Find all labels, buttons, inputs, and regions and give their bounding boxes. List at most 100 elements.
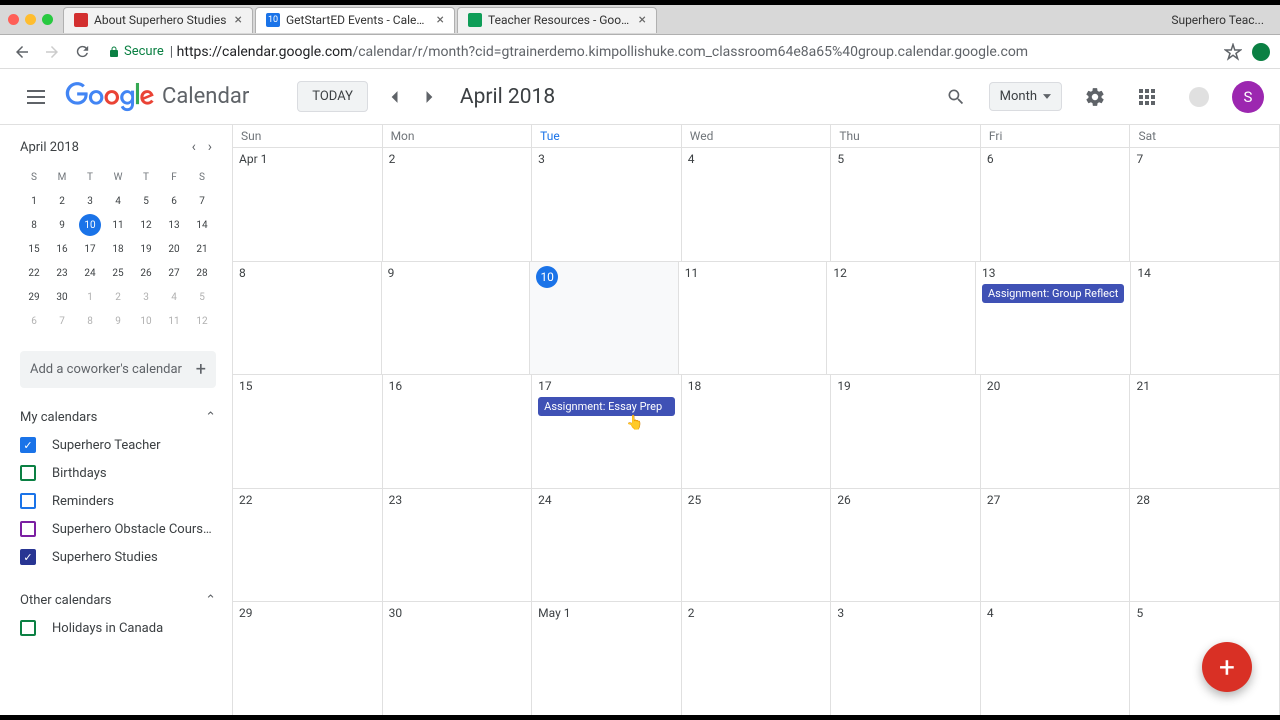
day-cell[interactable]: 11 <box>679 262 828 375</box>
mini-day-cell[interactable]: 24 <box>76 261 104 285</box>
mini-day-cell[interactable]: 8 <box>20 213 48 237</box>
mini-day-cell[interactable]: 22 <box>20 261 48 285</box>
calendar-checkbox[interactable] <box>20 521 36 537</box>
day-cell[interactable]: 21 <box>1130 375 1280 488</box>
browser-profile-label[interactable]: Superhero Teac... <box>1171 13 1272 27</box>
mini-day-cell[interactable]: 23 <box>48 261 76 285</box>
calendar-list-item[interactable]: Superhero Teacher <box>20 431 216 459</box>
mini-day-cell[interactable]: 10 <box>79 214 101 236</box>
day-cell[interactable]: 18 <box>682 375 832 488</box>
today-button[interactable]: TODAY <box>297 81 368 112</box>
day-cell[interactable]: 19 <box>831 375 981 488</box>
calendar-checkbox[interactable] <box>20 493 36 509</box>
day-cell[interactable]: 10 <box>530 262 679 375</box>
calendar-checkbox[interactable] <box>20 549 36 565</box>
day-cell[interactable]: 22 <box>233 489 383 602</box>
reload-button[interactable] <box>70 40 94 64</box>
mini-next-month[interactable]: › <box>204 137 216 157</box>
mini-day-cell[interactable]: 6 <box>20 309 48 333</box>
mini-day-cell[interactable]: 6 <box>160 189 188 213</box>
day-cell[interactable]: 16 <box>383 375 533 488</box>
calendar-list-item[interactable]: Holidays in Canada <box>20 614 216 642</box>
mini-day-cell[interactable]: 12 <box>132 213 160 237</box>
mini-day-cell[interactable]: 9 <box>104 309 132 333</box>
mini-day-cell[interactable]: 26 <box>132 261 160 285</box>
mini-day-cell[interactable]: 1 <box>20 189 48 213</box>
mini-day-cell[interactable]: 8 <box>76 309 104 333</box>
day-cell[interactable]: 15 <box>233 375 383 488</box>
prev-month-button[interactable] <box>378 81 410 113</box>
calendar-list-item[interactable]: Superhero Studies <box>20 543 216 571</box>
day-cell[interactable]: 3 <box>831 602 981 715</box>
day-cell[interactable]: 17Assignment: Essay Prep <box>532 375 682 488</box>
day-cell[interactable]: 2 <box>383 148 533 261</box>
mini-day-cell[interactable]: 30 <box>48 285 76 309</box>
mini-day-cell[interactable]: 5 <box>132 189 160 213</box>
next-month-button[interactable] <box>414 81 446 113</box>
create-event-fab[interactable]: + <box>1202 642 1252 692</box>
bookmark-star-icon[interactable] <box>1224 43 1242 61</box>
calendar-checkbox[interactable] <box>20 437 36 453</box>
day-cell[interactable]: 14 <box>1131 262 1280 375</box>
day-cell[interactable]: 8 <box>233 262 382 375</box>
day-cell[interactable]: 25 <box>682 489 832 602</box>
day-cell[interactable]: 2 <box>682 602 832 715</box>
day-cell[interactable]: 7 <box>1130 148 1280 261</box>
day-cell[interactable]: 13Assignment: Group Reflect <box>976 262 1131 375</box>
forward-button[interactable] <box>40 40 64 64</box>
mini-day-cell[interactable]: 21 <box>188 237 216 261</box>
mini-prev-month[interactable]: ‹ <box>188 137 200 157</box>
day-cell[interactable]: Apr 1 <box>233 148 383 261</box>
main-menu-button[interactable] <box>16 77 56 117</box>
close-window[interactable] <box>8 14 19 25</box>
day-cell[interactable]: 4 <box>981 602 1131 715</box>
close-tab-icon[interactable]: × <box>639 12 646 28</box>
mini-day-cell[interactable]: 27 <box>160 261 188 285</box>
calendar-event[interactable]: Assignment: Group Reflect <box>982 284 1124 303</box>
my-calendars-toggle[interactable]: My calendars ⌃ <box>20 404 216 431</box>
mini-day-cell[interactable]: 5 <box>188 285 216 309</box>
day-cell[interactable]: 29 <box>233 602 383 715</box>
google-apps-button[interactable] <box>1128 78 1166 116</box>
mini-day-cell[interactable]: 3 <box>76 189 104 213</box>
mini-day-cell[interactable]: 28 <box>188 261 216 285</box>
mini-day-cell[interactable]: 17 <box>76 237 104 261</box>
add-coworker-input[interactable]: Add a coworker's calendar + <box>20 351 216 388</box>
close-tab-icon[interactable]: × <box>235 12 242 28</box>
day-cell[interactable]: 28 <box>1130 489 1280 602</box>
day-cell[interactable]: 27 <box>981 489 1131 602</box>
mini-day-cell[interactable]: 10 <box>132 309 160 333</box>
mini-day-cell[interactable]: 2 <box>104 285 132 309</box>
browser-tab[interactable]: 10GetStartED Events - Calendar× <box>255 7 455 33</box>
add-icon[interactable]: + <box>196 359 206 380</box>
mini-day-cell[interactable]: 25 <box>104 261 132 285</box>
calendar-checkbox[interactable] <box>20 465 36 481</box>
day-cell[interactable]: 9 <box>382 262 531 375</box>
mini-day-cell[interactable]: 14 <box>188 213 216 237</box>
mini-day-cell[interactable]: 11 <box>160 309 188 333</box>
mini-day-cell[interactable]: 4 <box>104 189 132 213</box>
mini-day-cell[interactable]: 9 <box>48 213 76 237</box>
day-cell[interactable]: 3 <box>532 148 682 261</box>
address-bar[interactable]: Secure | https://calendar.google.com/cal… <box>100 44 1214 60</box>
mini-day-cell[interactable]: 11 <box>104 213 132 237</box>
day-cell[interactable]: 26 <box>831 489 981 602</box>
browser-tab[interactable]: About Superhero Studies× <box>63 7 253 33</box>
day-cell[interactable]: 12 <box>827 262 976 375</box>
mini-day-cell[interactable]: 29 <box>20 285 48 309</box>
maximize-window[interactable] <box>42 14 53 25</box>
calendar-checkbox[interactable] <box>20 620 36 636</box>
mini-day-cell[interactable]: 16 <box>48 237 76 261</box>
day-cell[interactable]: 24 <box>532 489 682 602</box>
calendar-list-item[interactable]: Birthdays <box>20 459 216 487</box>
close-tab-icon[interactable]: × <box>437 12 444 28</box>
mini-day-cell[interactable]: 13 <box>160 213 188 237</box>
account-avatar[interactable]: S <box>1232 81 1264 113</box>
mini-day-cell[interactable]: 4 <box>160 285 188 309</box>
day-cell[interactable]: 30 <box>383 602 533 715</box>
minimize-window[interactable] <box>25 14 36 25</box>
view-selector[interactable]: Month <box>989 82 1062 111</box>
day-cell[interactable]: 5 <box>831 148 981 261</box>
mini-day-cell[interactable]: 1 <box>76 285 104 309</box>
back-button[interactable] <box>10 40 34 64</box>
